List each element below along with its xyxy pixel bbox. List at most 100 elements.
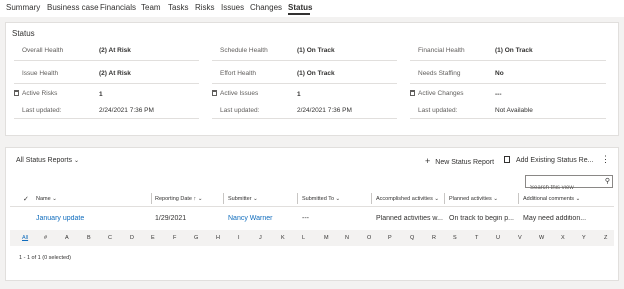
column-header-label: Reporting Date [155, 196, 192, 202]
new-status-report-button[interactable]: + New Status Report [425, 156, 494, 166]
record-count: 1 - 1 of 1 (0 selected) [19, 255, 71, 261]
financial-health-value[interactable]: (1) On Track [495, 47, 533, 54]
alpha-filter-y[interactable]: Y [582, 235, 586, 241]
active-issues-label: Active Issues [220, 90, 259, 97]
chevron-down-icon: ⌄ [493, 196, 498, 202]
needs-staffing-value[interactable]: No [495, 70, 504, 77]
column-separator [297, 193, 298, 204]
chevron-down-icon: ⌄ [73, 158, 80, 164]
more-commands-icon[interactable]: ⋮ [601, 154, 610, 165]
alpha-filter-n[interactable]: N [345, 235, 349, 241]
divider [410, 118, 606, 119]
plus-icon: + [425, 156, 431, 166]
alpha-filter-d[interactable]: D [130, 235, 134, 241]
column-header-label: Planned activities [449, 196, 492, 202]
active-changes-label: Active Changes [418, 90, 464, 97]
sort-ascending-icon: ↑ [193, 196, 197, 202]
report-name-link[interactable]: January update [36, 215, 148, 222]
active-issues-value: 1 [297, 91, 301, 98]
alpha-filter-c[interactable]: C [108, 235, 112, 241]
issue-health-value[interactable]: (2) At Risk [99, 70, 131, 77]
chevron-down-icon: ⌄ [434, 196, 439, 202]
chevron-down-icon: ⌄ [52, 196, 57, 202]
search-icon[interactable]: ⚲ [605, 177, 610, 185]
calendar-icon [410, 90, 415, 96]
schedule-health-label: Schedule Health [220, 47, 268, 54]
overall-health-value[interactable]: (2) At Risk [99, 47, 131, 54]
tab-changes[interactable]: Changes [250, 3, 282, 12]
changes-last-updated: Not Available [495, 107, 533, 114]
financial-health-label: Financial Health [418, 47, 465, 54]
alpha-filter-u[interactable]: U [496, 235, 500, 241]
alpha-filter-b[interactable]: B [87, 235, 91, 241]
alpha-filter-s[interactable]: S [453, 235, 457, 241]
alpha-filter-a[interactable]: A [65, 235, 69, 241]
column-separator [151, 193, 152, 204]
alpha-filter-v[interactable]: V [518, 235, 522, 241]
column-header-reporting-date[interactable]: Reporting Date ↑ ⌄ [155, 196, 202, 202]
alpha-filter-all[interactable]: All [22, 235, 28, 241]
divider [14, 118, 199, 119]
overall-health-label: Overall Health [22, 47, 64, 54]
add-existing-label: Add Existing Status Re... [516, 157, 594, 164]
column-header-accomplished-activities[interactable]: Accomplished activities ⌄ [376, 196, 439, 202]
column-header-additional-comments[interactable]: Additional comments ⌄ [523, 196, 580, 202]
column-header-label: Submitter [228, 196, 252, 202]
alpha-filter-l[interactable]: L [302, 235, 305, 241]
alphabet-filter-bar: All # A B C D E F G H I J K L M N O P Q R S T U V W X Y Z [10, 230, 614, 246]
alpha-filter-hash[interactable]: # [44, 235, 47, 241]
tab-financials[interactable]: Financials [100, 3, 136, 12]
column-separator [223, 193, 224, 204]
alpha-filter-w[interactable]: W [539, 235, 544, 241]
alpha-filter-p[interactable]: P [388, 235, 392, 241]
view-selector[interactable]: All Status Reports ⌄ [16, 157, 79, 164]
column-header-label: Submitted To [302, 196, 335, 202]
alpha-filter-q[interactable]: Q [410, 235, 414, 241]
calendar-icon [14, 90, 19, 96]
alpha-filter-h[interactable]: H [216, 235, 220, 241]
alpha-filter-x[interactable]: X [561, 235, 565, 241]
new-status-report-label: New Status Report [435, 159, 495, 166]
submitter-link[interactable]: Nancy Warner [228, 215, 296, 222]
alpha-filter-g[interactable]: G [194, 235, 198, 241]
alpha-filter-e[interactable]: E [151, 235, 155, 241]
alpha-filter-i[interactable]: I [238, 235, 240, 241]
column-header-label: Additional comments [523, 196, 575, 202]
alpha-filter-j[interactable]: J [259, 235, 262, 241]
status-section: Status Overall Health (2) At Risk Schedu… [5, 22, 619, 136]
column-header-name[interactable]: Name ⌄ [36, 196, 57, 202]
tab-risks[interactable]: Risks [195, 3, 215, 12]
accomplished-activities-cell: Planned activities w... [376, 215, 443, 222]
alpha-filter-z[interactable]: Z [604, 235, 607, 241]
tab-summary[interactable]: Summary [6, 3, 40, 12]
tab-business-case[interactable]: Business case [47, 3, 99, 12]
additional-comments-cell: May need addition... [523, 215, 587, 222]
alpha-filter-r[interactable]: R [432, 235, 436, 241]
schedule-health-value[interactable]: (1) On Track [297, 47, 335, 54]
search-input[interactable] [526, 182, 600, 194]
tab-tasks[interactable]: Tasks [168, 3, 188, 12]
alpha-filter-k[interactable]: K [281, 235, 285, 241]
column-header-submitted-to[interactable]: Submitted To ⌄ [302, 196, 340, 202]
alpha-filter-m[interactable]: M [324, 235, 329, 241]
chevron-down-icon: ⌄ [197, 196, 203, 202]
select-all-checkbox[interactable]: ✓ [23, 195, 29, 203]
alpha-filter-o[interactable]: O [367, 235, 371, 241]
effort-health-value[interactable]: (1) On Track [297, 70, 335, 77]
active-changes-value: --- [495, 91, 502, 98]
submitted-to-cell: --- [302, 215, 309, 222]
issue-health-label: Issue Health [22, 70, 59, 77]
column-header-planned-activities[interactable]: Planned activities ⌄ [449, 196, 498, 202]
chevron-down-icon: ⌄ [575, 196, 581, 202]
column-separator [371, 193, 372, 204]
status-reports-grid: All Status Reports ⌄ + New Status Report … [5, 147, 619, 281]
add-existing-status-report-button[interactable]: Add Existing Status Re... [504, 156, 593, 164]
column-header-submitter[interactable]: Submitter ⌄ [228, 196, 258, 202]
alpha-filter-t[interactable]: T [475, 235, 478, 241]
tab-status[interactable]: Status [288, 3, 312, 12]
tab-team[interactable]: Team [141, 3, 161, 12]
column-header-label: Accomplished activities [376, 196, 433, 202]
alpha-filter-f[interactable]: F [173, 235, 176, 241]
last-updated-label: Last updated: [220, 107, 260, 114]
tab-issues[interactable]: Issues [221, 3, 244, 12]
